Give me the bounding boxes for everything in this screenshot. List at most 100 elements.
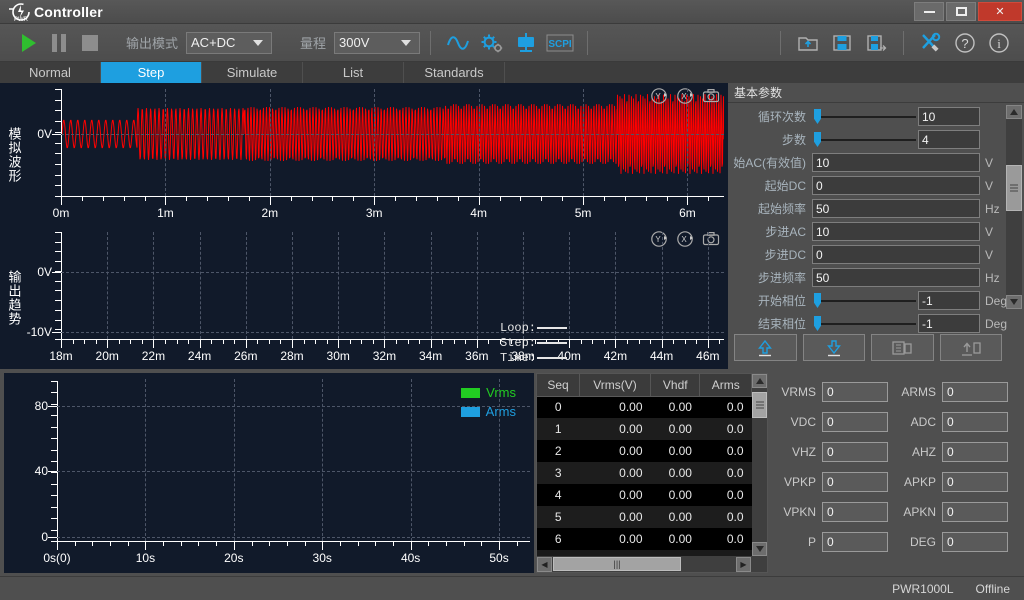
param-value-9[interactable]: -1 [918, 314, 980, 333]
info-icon[interactable]: i [985, 30, 1013, 56]
close-button[interactable]: ✕ [978, 2, 1022, 21]
table-scroll-up-button[interactable] [752, 374, 767, 388]
table-row[interactable]: 0 0.00 0.00 0.0 [537, 396, 752, 418]
measurement-field-vhz[interactable]: 0 [822, 442, 888, 462]
scroll-up-button[interactable] [1006, 105, 1022, 119]
reset-y-icon[interactable]: Y [650, 230, 668, 248]
table-row[interactable]: 1 0.00 0.00 0.0 [537, 418, 752, 440]
param-value-4[interactable]: 50 [812, 199, 980, 218]
param-value-5[interactable]: 10 [812, 222, 980, 241]
table-column-header-0[interactable]: Seq [537, 374, 581, 397]
param-value-6[interactable]: 0 [812, 245, 980, 264]
x-tick-minor [446, 541, 447, 546]
param-slider-1[interactable] [812, 130, 918, 149]
reset-x-icon[interactable]: X [676, 230, 694, 248]
measurement-field-ahz[interactable]: 0 [942, 442, 1008, 462]
param-value-0[interactable]: 10 [918, 107, 980, 126]
download-icon[interactable] [802, 334, 865, 361]
table-row[interactable]: 3 0.00 0.00 0.0 [537, 462, 752, 484]
run-button[interactable] [22, 33, 36, 52]
scpi-icon[interactable]: SCPI [546, 30, 574, 56]
table-scrollbar-thumb[interactable] [752, 392, 767, 418]
minimize-button[interactable] [914, 2, 944, 21]
table-column-header-2[interactable]: Vhdf [650, 374, 701, 397]
export-file-icon[interactable] [939, 334, 1002, 361]
open-file-icon[interactable] [794, 30, 822, 56]
measurement-label-vhz: VHZ [792, 445, 816, 459]
table-row[interactable]: 6 0.00 0.00 0.0 [537, 528, 752, 550]
measurement-field-arms[interactable]: 0 [942, 382, 1008, 402]
measurement-field-vpkp[interactable]: 0 [822, 472, 888, 492]
range-select[interactable]: 300V [334, 31, 421, 54]
output-mode-select[interactable]: AC+DC [186, 31, 273, 54]
params-scrollbar[interactable] [1006, 105, 1022, 309]
reset-y-icon[interactable]: Y [650, 87, 668, 105]
param-slider-0[interactable] [812, 107, 918, 126]
table-scroll-down-button[interactable] [752, 542, 767, 556]
measurement-field-vrms[interactable]: 0 [822, 382, 888, 402]
param-value-7[interactable]: 50 [812, 268, 980, 287]
table-hscrollbar-thumb[interactable]: ||| [553, 557, 681, 571]
rms-trend-chart[interactable]: Vrms Arms 0s(0) 10s 20s 30s 40s 50s 80 40 0 [4, 373, 534, 573]
table-column-header-1[interactable]: Vrms(V) [579, 374, 652, 397]
measurement-field-p[interactable]: 0 [822, 532, 888, 552]
measurement-field-apkp[interactable]: 0 [942, 472, 1008, 492]
monitor-icon[interactable] [512, 30, 540, 56]
table-scroll-right-button[interactable]: ▶ [736, 556, 751, 572]
table-row[interactable]: 2 0.00 0.00 0.0 [537, 440, 752, 462]
param-value-8[interactable]: -1 [918, 291, 980, 310]
measurement-field-deg[interactable]: 0 [942, 532, 1008, 552]
help-icon[interactable]: ? [951, 30, 979, 56]
x-tick-label: 28m [280, 349, 304, 363]
maximize-button[interactable] [946, 2, 976, 21]
grid-line-vertical [687, 89, 689, 196]
tab-normal[interactable]: Normal [0, 62, 101, 83]
param-value-2[interactable]: 10 [812, 153, 980, 172]
table-row[interactable]: 5 0.00 0.00 0.0 [537, 506, 752, 528]
tools-icon[interactable] [917, 30, 945, 56]
stop-button[interactable] [82, 34, 98, 51]
tab-list[interactable]: List [303, 62, 404, 83]
scroll-down-button[interactable] [1006, 295, 1022, 309]
measurement-field-adc[interactable]: 0 [942, 412, 1008, 432]
tab-standards[interactable]: Standards [404, 62, 505, 83]
pause-button[interactable] [52, 33, 66, 52]
table-row[interactable]: 4 0.00 0.00 0.0 [537, 484, 752, 506]
table-column-header-3[interactable]: Arms [699, 374, 752, 397]
table-horizontal-scrollbar[interactable]: ◀ ||| ▶ [537, 556, 767, 572]
slider-knob[interactable] [814, 132, 821, 147]
camera-icon[interactable] [702, 87, 720, 105]
slider-knob[interactable] [814, 316, 821, 331]
reset-x-icon[interactable]: X [676, 87, 694, 105]
table-scroll-left-button[interactable]: ◀ [537, 556, 552, 572]
waveform-icon[interactable] [444, 30, 472, 56]
param-slider-9[interactable] [812, 314, 918, 333]
param-row-3: 起始DC 0 V [728, 174, 1004, 197]
measurement-field-apkn[interactable]: 0 [942, 502, 1008, 522]
tab-simulate[interactable]: Simulate [202, 62, 303, 83]
tab-step[interactable]: Step [101, 62, 202, 83]
output-trend-chart[interactable]: 输出趋势 Y X 18m 20m 22m 24m 26m 28m 30m 32m 34m 36m 3… [0, 226, 728, 369]
settings-gear-icon[interactable] [478, 30, 506, 56]
slider-knob[interactable] [814, 109, 821, 124]
scrollbar-thumb[interactable] [1006, 165, 1022, 211]
measurement-field-vpkn[interactable]: 0 [822, 502, 888, 522]
save-icon[interactable] [828, 30, 856, 56]
save-as-icon[interactable] [862, 30, 890, 56]
param-value-1[interactable]: 4 [918, 130, 980, 149]
slider-knob[interactable] [814, 293, 821, 308]
analog-plot-area [62, 89, 724, 196]
param-slider-8[interactable] [812, 291, 918, 310]
table-vertical-scrollbar[interactable] [752, 374, 767, 556]
copy-file-icon[interactable] [871, 334, 934, 361]
upload-icon[interactable] [734, 334, 797, 361]
results-table[interactable]: Seq Vrms(V) Vhdf Arms 0 0.00 0.00 0.0 1 0.00 0.00… [537, 374, 752, 550]
x-tick-minor [696, 339, 698, 344]
param-value-3[interactable]: 0 [812, 176, 980, 195]
analog-waveform-chart[interactable]: 模拟波形 Y X 0m 1m 2m 3m 4m 5m 6m 0V [0, 83, 728, 226]
measurement-label-p: P [807, 535, 816, 549]
measurement-field-vdc[interactable]: 0 [822, 412, 888, 432]
legend-item-vrms[interactable]: Vrms [461, 383, 516, 402]
camera-icon[interactable] [702, 230, 720, 248]
table-cell-vrmsv: 0.00 [579, 396, 651, 418]
